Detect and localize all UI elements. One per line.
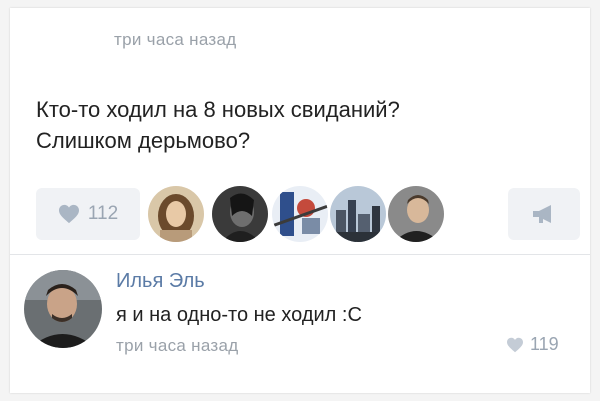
comment-like-button[interactable]: 119 [506, 334, 559, 355]
heart-icon [58, 204, 79, 224]
dark-portrait-avatar[interactable] [212, 186, 268, 242]
divider [10, 254, 590, 255]
post-text-line: Кто-то ходил на 8 новых свиданий? [36, 97, 400, 122]
post-text: Кто-то ходил на 8 новых свиданий? Слишко… [36, 94, 576, 156]
abstract-pattern-avatar[interactable] [272, 186, 328, 242]
megaphone-icon [533, 205, 551, 223]
comment-author-link[interactable]: Илья Эль [116, 270, 205, 293]
post-card: три часа назад Кто-то ходил на 8 новых с… [10, 8, 590, 393]
share-button[interactable] [508, 188, 580, 240]
like-button[interactable]: 112 [36, 188, 140, 240]
man-portrait-avatar[interactable] [388, 186, 444, 242]
woman-portrait-avatar[interactable] [148, 186, 204, 242]
post-timestamp: три часа назад [114, 30, 237, 49]
commenter-avatar[interactable] [24, 270, 102, 348]
city-skyline-avatar[interactable] [330, 186, 386, 242]
comment-text: я и на одно-то не ходил :С [116, 304, 362, 326]
comment-timestamp: три часа назад [116, 336, 239, 355]
like-count: 112 [87, 203, 119, 224]
post-text-line: Слишком дерьмово? [36, 128, 251, 153]
heart-icon [507, 337, 523, 352]
comment-like-count: 119 [530, 334, 559, 354]
